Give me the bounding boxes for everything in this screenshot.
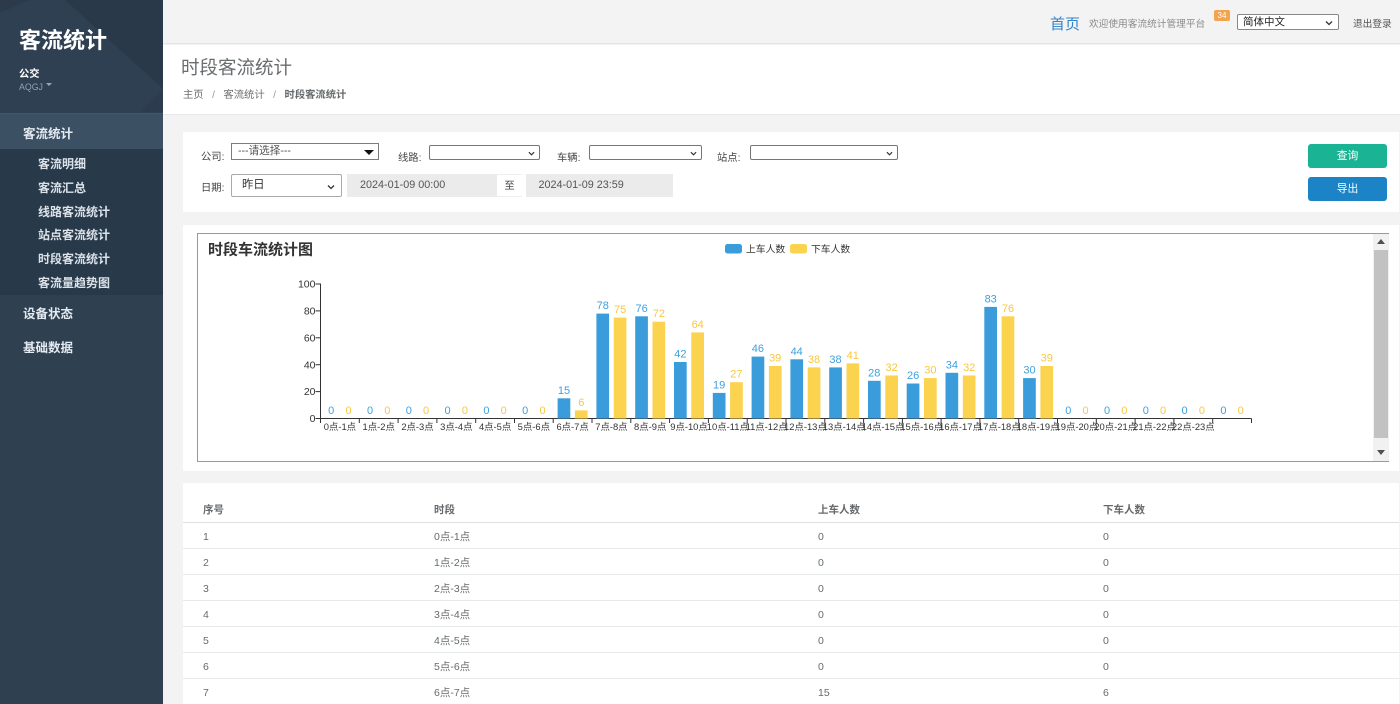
svg-text:39: 39 bbox=[1041, 353, 1053, 365]
svg-text:17点-18点: 17点-18点 bbox=[978, 421, 1021, 432]
svg-text:27: 27 bbox=[730, 369, 742, 381]
svg-text:0: 0 bbox=[328, 405, 334, 417]
svg-text:22点-23点: 22点-23点 bbox=[1172, 421, 1215, 432]
svg-text:80: 80 bbox=[304, 306, 316, 318]
svg-text:15点-16点: 15点-16点 bbox=[900, 421, 943, 432]
svg-text:19: 19 bbox=[713, 379, 725, 391]
svg-text:10点-11点: 10点-11点 bbox=[707, 421, 749, 432]
svg-text:30: 30 bbox=[1023, 365, 1035, 377]
svg-text:19点-20点: 19点-20点 bbox=[1056, 421, 1099, 432]
svg-text:0点-1点: 0点-1点 bbox=[324, 421, 356, 432]
svg-text:26: 26 bbox=[907, 370, 919, 382]
svg-text:42: 42 bbox=[674, 349, 686, 361]
svg-text:38: 38 bbox=[808, 354, 820, 366]
svg-text:39: 39 bbox=[769, 353, 781, 365]
svg-text:40: 40 bbox=[304, 359, 316, 371]
svg-text:0: 0 bbox=[345, 405, 351, 417]
svg-text:6点-7点: 6点-7点 bbox=[556, 421, 588, 432]
svg-text:0: 0 bbox=[1143, 405, 1149, 417]
svg-text:30: 30 bbox=[924, 365, 936, 377]
svg-text:4点-5点: 4点-5点 bbox=[479, 421, 511, 432]
svg-text:上车人数: 上车人数 bbox=[746, 242, 785, 255]
svg-text:60: 60 bbox=[304, 332, 316, 344]
svg-text:8点-9点: 8点-9点 bbox=[634, 421, 666, 432]
svg-text:0: 0 bbox=[1238, 405, 1244, 417]
svg-text:6: 6 bbox=[578, 397, 584, 409]
svg-text:12点-13点: 12点-13点 bbox=[784, 421, 827, 432]
svg-text:0: 0 bbox=[1104, 405, 1110, 417]
svg-text:5点-6点: 5点-6点 bbox=[518, 421, 550, 432]
svg-text:16点-17点: 16点-17点 bbox=[939, 421, 982, 432]
svg-text:0: 0 bbox=[462, 405, 468, 417]
svg-text:0: 0 bbox=[445, 405, 451, 417]
svg-text:时段车流统计图: 时段车流统计图 bbox=[208, 241, 313, 259]
svg-text:0: 0 bbox=[367, 405, 373, 417]
svg-text:32: 32 bbox=[963, 362, 975, 374]
svg-text:下车人数: 下车人数 bbox=[811, 242, 850, 255]
svg-text:41: 41 bbox=[847, 350, 859, 362]
svg-text:0: 0 bbox=[1121, 405, 1127, 417]
svg-text:0: 0 bbox=[1065, 405, 1071, 417]
svg-text:0: 0 bbox=[1220, 405, 1226, 417]
svg-text:7点-8点: 7点-8点 bbox=[595, 421, 627, 432]
svg-text:15: 15 bbox=[558, 385, 570, 397]
svg-text:0: 0 bbox=[1182, 405, 1188, 417]
svg-text:83: 83 bbox=[985, 293, 997, 305]
svg-text:78: 78 bbox=[597, 300, 609, 312]
svg-text:1点-2点: 1点-2点 bbox=[363, 421, 395, 432]
svg-text:76: 76 bbox=[635, 303, 647, 315]
svg-text:0: 0 bbox=[522, 405, 528, 417]
svg-text:44: 44 bbox=[791, 346, 803, 358]
svg-text:20点-21点: 20点-21点 bbox=[1094, 421, 1137, 432]
svg-text:0: 0 bbox=[423, 405, 429, 417]
svg-text:64: 64 bbox=[692, 319, 704, 331]
svg-text:0: 0 bbox=[1199, 405, 1205, 417]
svg-text:14点-15点: 14点-15点 bbox=[862, 421, 905, 432]
svg-text:34: 34 bbox=[946, 359, 958, 371]
svg-text:9点-10点: 9点-10点 bbox=[670, 421, 708, 432]
svg-text:28: 28 bbox=[868, 367, 880, 379]
svg-text:75: 75 bbox=[614, 304, 626, 316]
svg-text:32: 32 bbox=[885, 362, 897, 374]
svg-text:3点-4点: 3点-4点 bbox=[440, 421, 472, 432]
svg-text:0: 0 bbox=[1160, 405, 1166, 417]
svg-text:72: 72 bbox=[653, 308, 665, 320]
svg-text:18点-19点: 18点-19点 bbox=[1017, 421, 1060, 432]
svg-text:13点-14点: 13点-14点 bbox=[823, 421, 866, 432]
svg-text:0: 0 bbox=[1083, 405, 1089, 417]
svg-text:0: 0 bbox=[483, 405, 489, 417]
svg-text:20: 20 bbox=[304, 386, 316, 398]
svg-text:100: 100 bbox=[298, 279, 316, 291]
svg-text:76: 76 bbox=[1002, 303, 1014, 315]
svg-text:0: 0 bbox=[501, 405, 507, 417]
svg-text:2点-3点: 2点-3点 bbox=[401, 421, 433, 432]
svg-text:0: 0 bbox=[539, 405, 545, 417]
svg-text:0: 0 bbox=[384, 405, 390, 417]
svg-text:0: 0 bbox=[406, 405, 412, 417]
svg-text:11点-12点: 11点-12点 bbox=[746, 421, 788, 432]
svg-text:38: 38 bbox=[829, 354, 841, 366]
svg-text:21点-22点: 21点-22点 bbox=[1133, 421, 1176, 432]
svg-text:46: 46 bbox=[752, 343, 764, 355]
svg-text:0: 0 bbox=[310, 413, 316, 425]
